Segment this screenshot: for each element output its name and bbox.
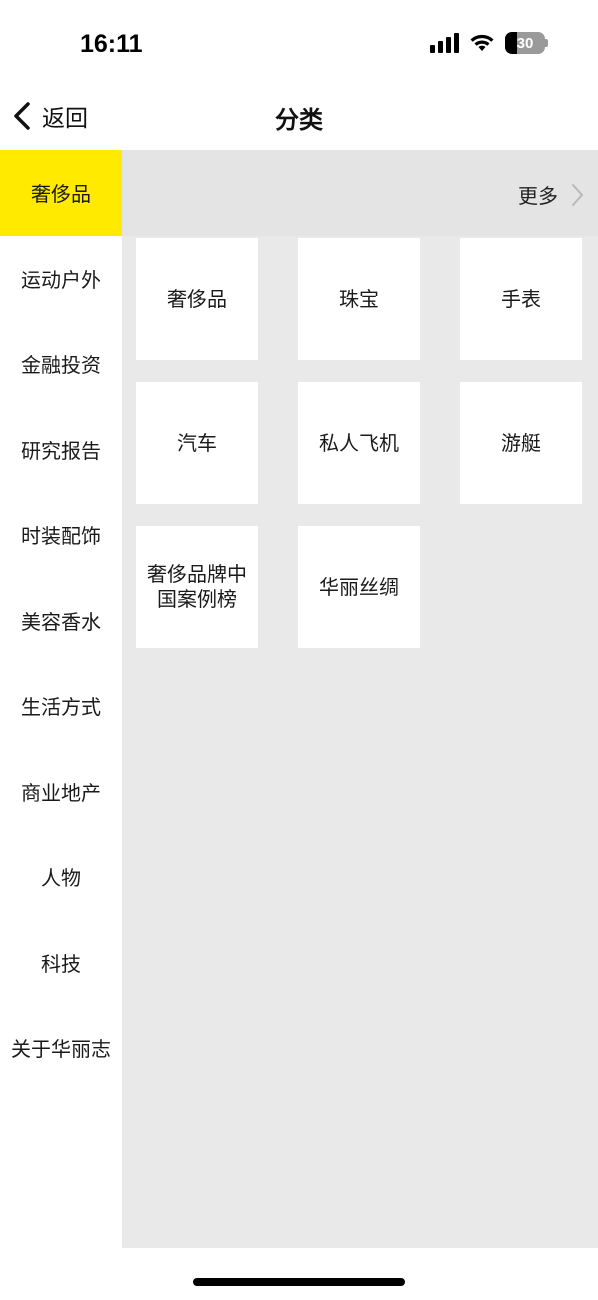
subcategory-tile[interactable]: 游艇 — [460, 382, 582, 504]
subcategory-tile[interactable]: 奢侈品 — [136, 238, 258, 360]
sidebar-item-fashion-accessories[interactable]: 时装配饰 — [0, 492, 122, 578]
battery-icon: 30 — [505, 32, 548, 54]
subcategory-panel: 更多 奢侈品 珠宝 手表 汽车 私人飞机 游艇 奢侈品牌中国案例榜 华丽丝绸 — [122, 150, 598, 1248]
subcategory-header: 更多 — [122, 150, 598, 236]
sidebar-item-sports-outdoor[interactable]: 运动户外 — [0, 236, 122, 322]
subcategory-tile[interactable]: 华丽丝绸 — [298, 526, 420, 648]
battery-level: 30 — [516, 34, 534, 52]
sidebar-item-finance[interactable]: 金融投资 — [0, 321, 122, 407]
subcategory-grid: 奢侈品 珠宝 手表 汽车 私人飞机 游艇 奢侈品牌中国案例榜 华丽丝绸 — [136, 238, 582, 648]
more-button[interactable]: 更多 — [518, 180, 584, 209]
sidebar-item-lifestyle[interactable]: 生活方式 — [0, 663, 122, 749]
sidebar-item-luxury[interactable]: 奢侈品 — [0, 150, 122, 236]
subcategory-tile[interactable]: 汽车 — [136, 382, 258, 504]
sidebar-item-tech[interactable]: 科技 — [0, 920, 122, 1006]
subcategory-tile[interactable]: 手表 — [460, 238, 582, 360]
sidebar-item-commercial-real-estate[interactable]: 商业地产 — [0, 749, 122, 835]
sidebar-item-research-reports[interactable]: 研究报告 — [0, 407, 122, 493]
category-sidebar: 奢侈品 运动户外 金融投资 研究报告 时装配饰 美容香水 生活方式 商业地产 人… — [0, 150, 122, 1250]
subcategory-tile[interactable]: 珠宝 — [298, 238, 420, 360]
subcategory-tile[interactable]: 私人飞机 — [298, 382, 420, 504]
home-indicator[interactable] — [193, 1278, 405, 1286]
status-time: 16:11 — [80, 30, 143, 58]
subcategory-tile[interactable]: 奢侈品牌中国案例榜 — [136, 526, 258, 648]
sidebar-item-beauty-fragrance[interactable]: 美容香水 — [0, 578, 122, 664]
more-label: 更多 — [518, 184, 558, 208]
page-title: 分类 — [275, 106, 323, 134]
wifi-icon — [470, 34, 494, 51]
status-bar: 16:11 30 — [0, 0, 598, 88]
sidebar-item-about[interactable]: 关于华丽志 — [0, 1005, 122, 1091]
chevron-right-icon — [572, 183, 583, 206]
sidebar-item-people[interactable]: 人物 — [0, 834, 122, 920]
nav-bar: 返回 分类 — [0, 88, 598, 148]
status-icons: 30 — [430, 32, 548, 54]
signal-bars-icon — [430, 33, 459, 53]
